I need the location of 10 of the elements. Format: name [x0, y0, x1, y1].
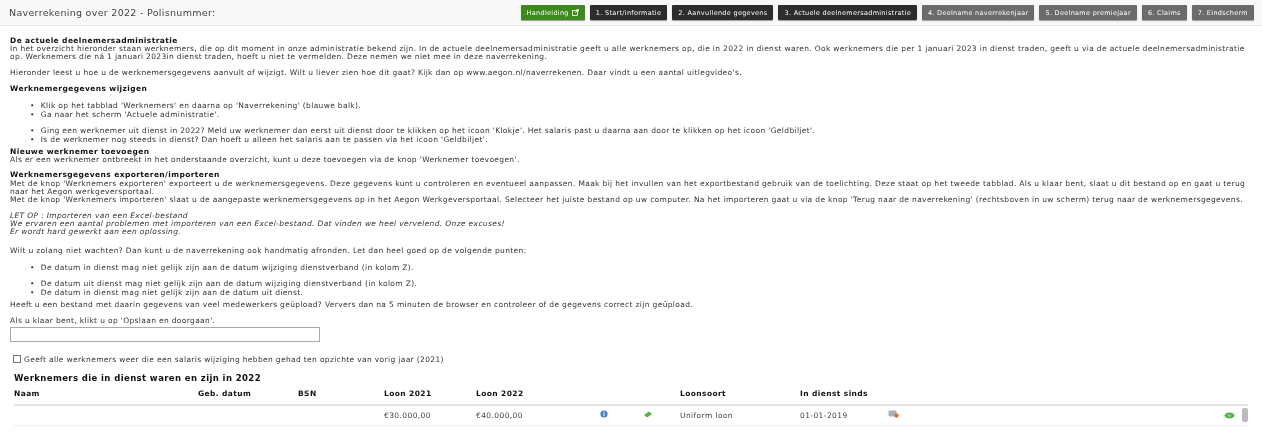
page-title: Naverrekening over 2022 - Polisnummer: [9, 7, 216, 18]
info-icon[interactable] [600, 410, 608, 419]
money-icon[interactable] [1224, 411, 1235, 419]
table-title: Werknemers die in dienst waren en zijn in 2022 [14, 372, 262, 383]
scrollbar-thumb[interactable] [1242, 408, 1248, 423]
external-link-icon [571, 9, 579, 16]
checkbox[interactable] [13, 355, 21, 364]
input-field[interactable] [10, 326, 320, 342]
calculator-icon[interactable] [888, 410, 899, 419]
money-icon[interactable] [643, 410, 653, 418]
